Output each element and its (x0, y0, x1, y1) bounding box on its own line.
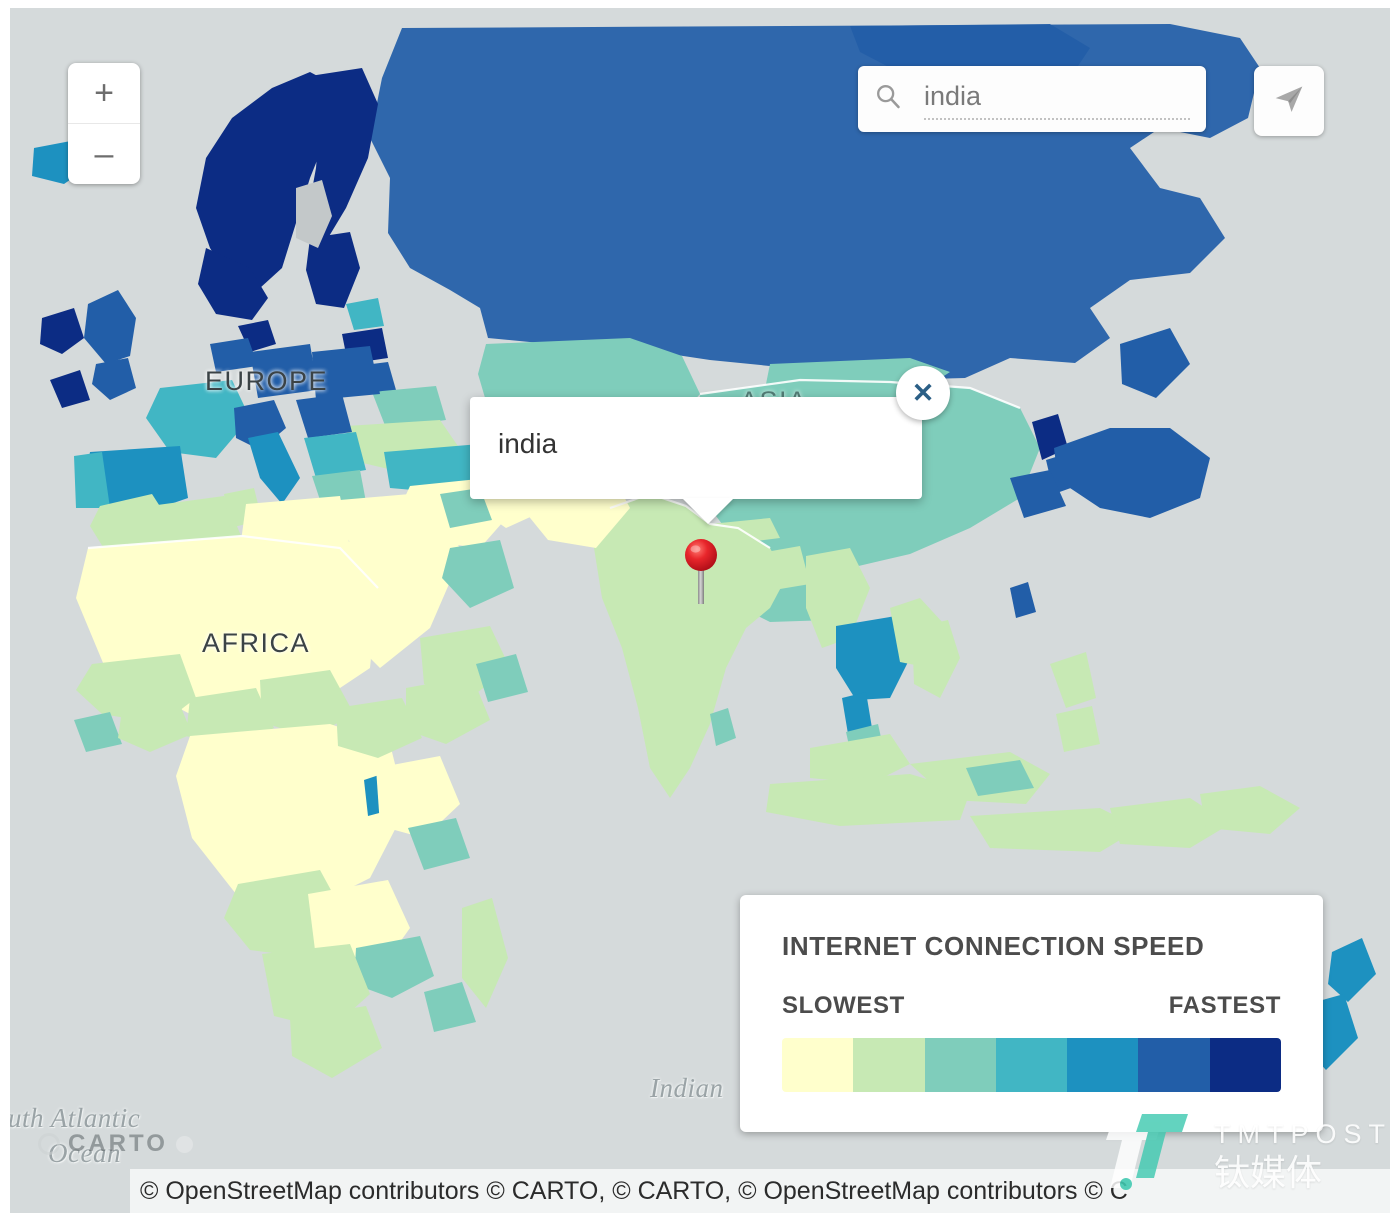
popup-text: india (498, 428, 558, 459)
zoom-out-button[interactable]: – (68, 123, 140, 184)
map-label-europe: EUROPE (205, 366, 329, 396)
search-submit-button[interactable] (1254, 66, 1324, 136)
send-paper-plane-icon (1272, 82, 1306, 121)
search-icon (874, 82, 902, 115)
zoom-in-button[interactable]: + (68, 63, 140, 123)
legend-swatch-3 (995, 1038, 1068, 1092)
carto-logo-dot (175, 1135, 193, 1153)
legend-swatch-2 (924, 1038, 996, 1092)
carto-logo-ring (38, 1133, 60, 1155)
popup-body: india (470, 397, 922, 499)
location-popup[interactable]: india ✕ (470, 366, 950, 524)
attribution-text: © OpenStreetMap contributors © CARTO, © … (140, 1176, 1128, 1205)
legend-swatch-0 (782, 1038, 854, 1092)
legend-swatch-4 (1067, 1038, 1139, 1092)
search-bar (858, 66, 1324, 136)
popup-close-button[interactable]: ✕ (896, 366, 950, 420)
legend-color-ramp (782, 1038, 1281, 1092)
search-box[interactable] (858, 66, 1206, 132)
legend-min-label: SLOWEST (782, 992, 905, 1019)
india-location-pin[interactable] (684, 538, 718, 606)
zoom-controls[interactable]: + – (68, 63, 140, 184)
search-input[interactable] (924, 78, 1190, 120)
map-label-indian-ocean: Indian (650, 1073, 724, 1103)
map-label-africa: AFRICA (202, 628, 311, 658)
minus-icon: – (94, 135, 114, 173)
legend-scale-labels: SLOWEST FASTEST (782, 992, 1281, 1020)
legend-swatch-1 (853, 1038, 925, 1092)
map-application: .c0{fill:#ffffcc}.c1{fill:#c7e9b4}.c2{fi… (0, 0, 1400, 1227)
legend-swatch-6 (1209, 1038, 1281, 1092)
carto-logo: CARTO (38, 1130, 193, 1158)
close-icon: ✕ (911, 377, 935, 408)
legend-title: INTERNET CONNECTION SPEED (782, 931, 1205, 961)
legend-swatch-5 (1138, 1038, 1210, 1092)
plus-icon: + (94, 74, 114, 112)
legend-panel: INTERNET CONNECTION SPEED SLOWEST FASTES… (740, 895, 1323, 1132)
legend-max-label: FASTEST (1168, 992, 1281, 1019)
popup-tip (682, 498, 734, 524)
carto-logo-text: CARTO (68, 1130, 168, 1157)
map-attribution[interactable]: © OpenStreetMap contributors © CARTO, © … (130, 1169, 1390, 1213)
